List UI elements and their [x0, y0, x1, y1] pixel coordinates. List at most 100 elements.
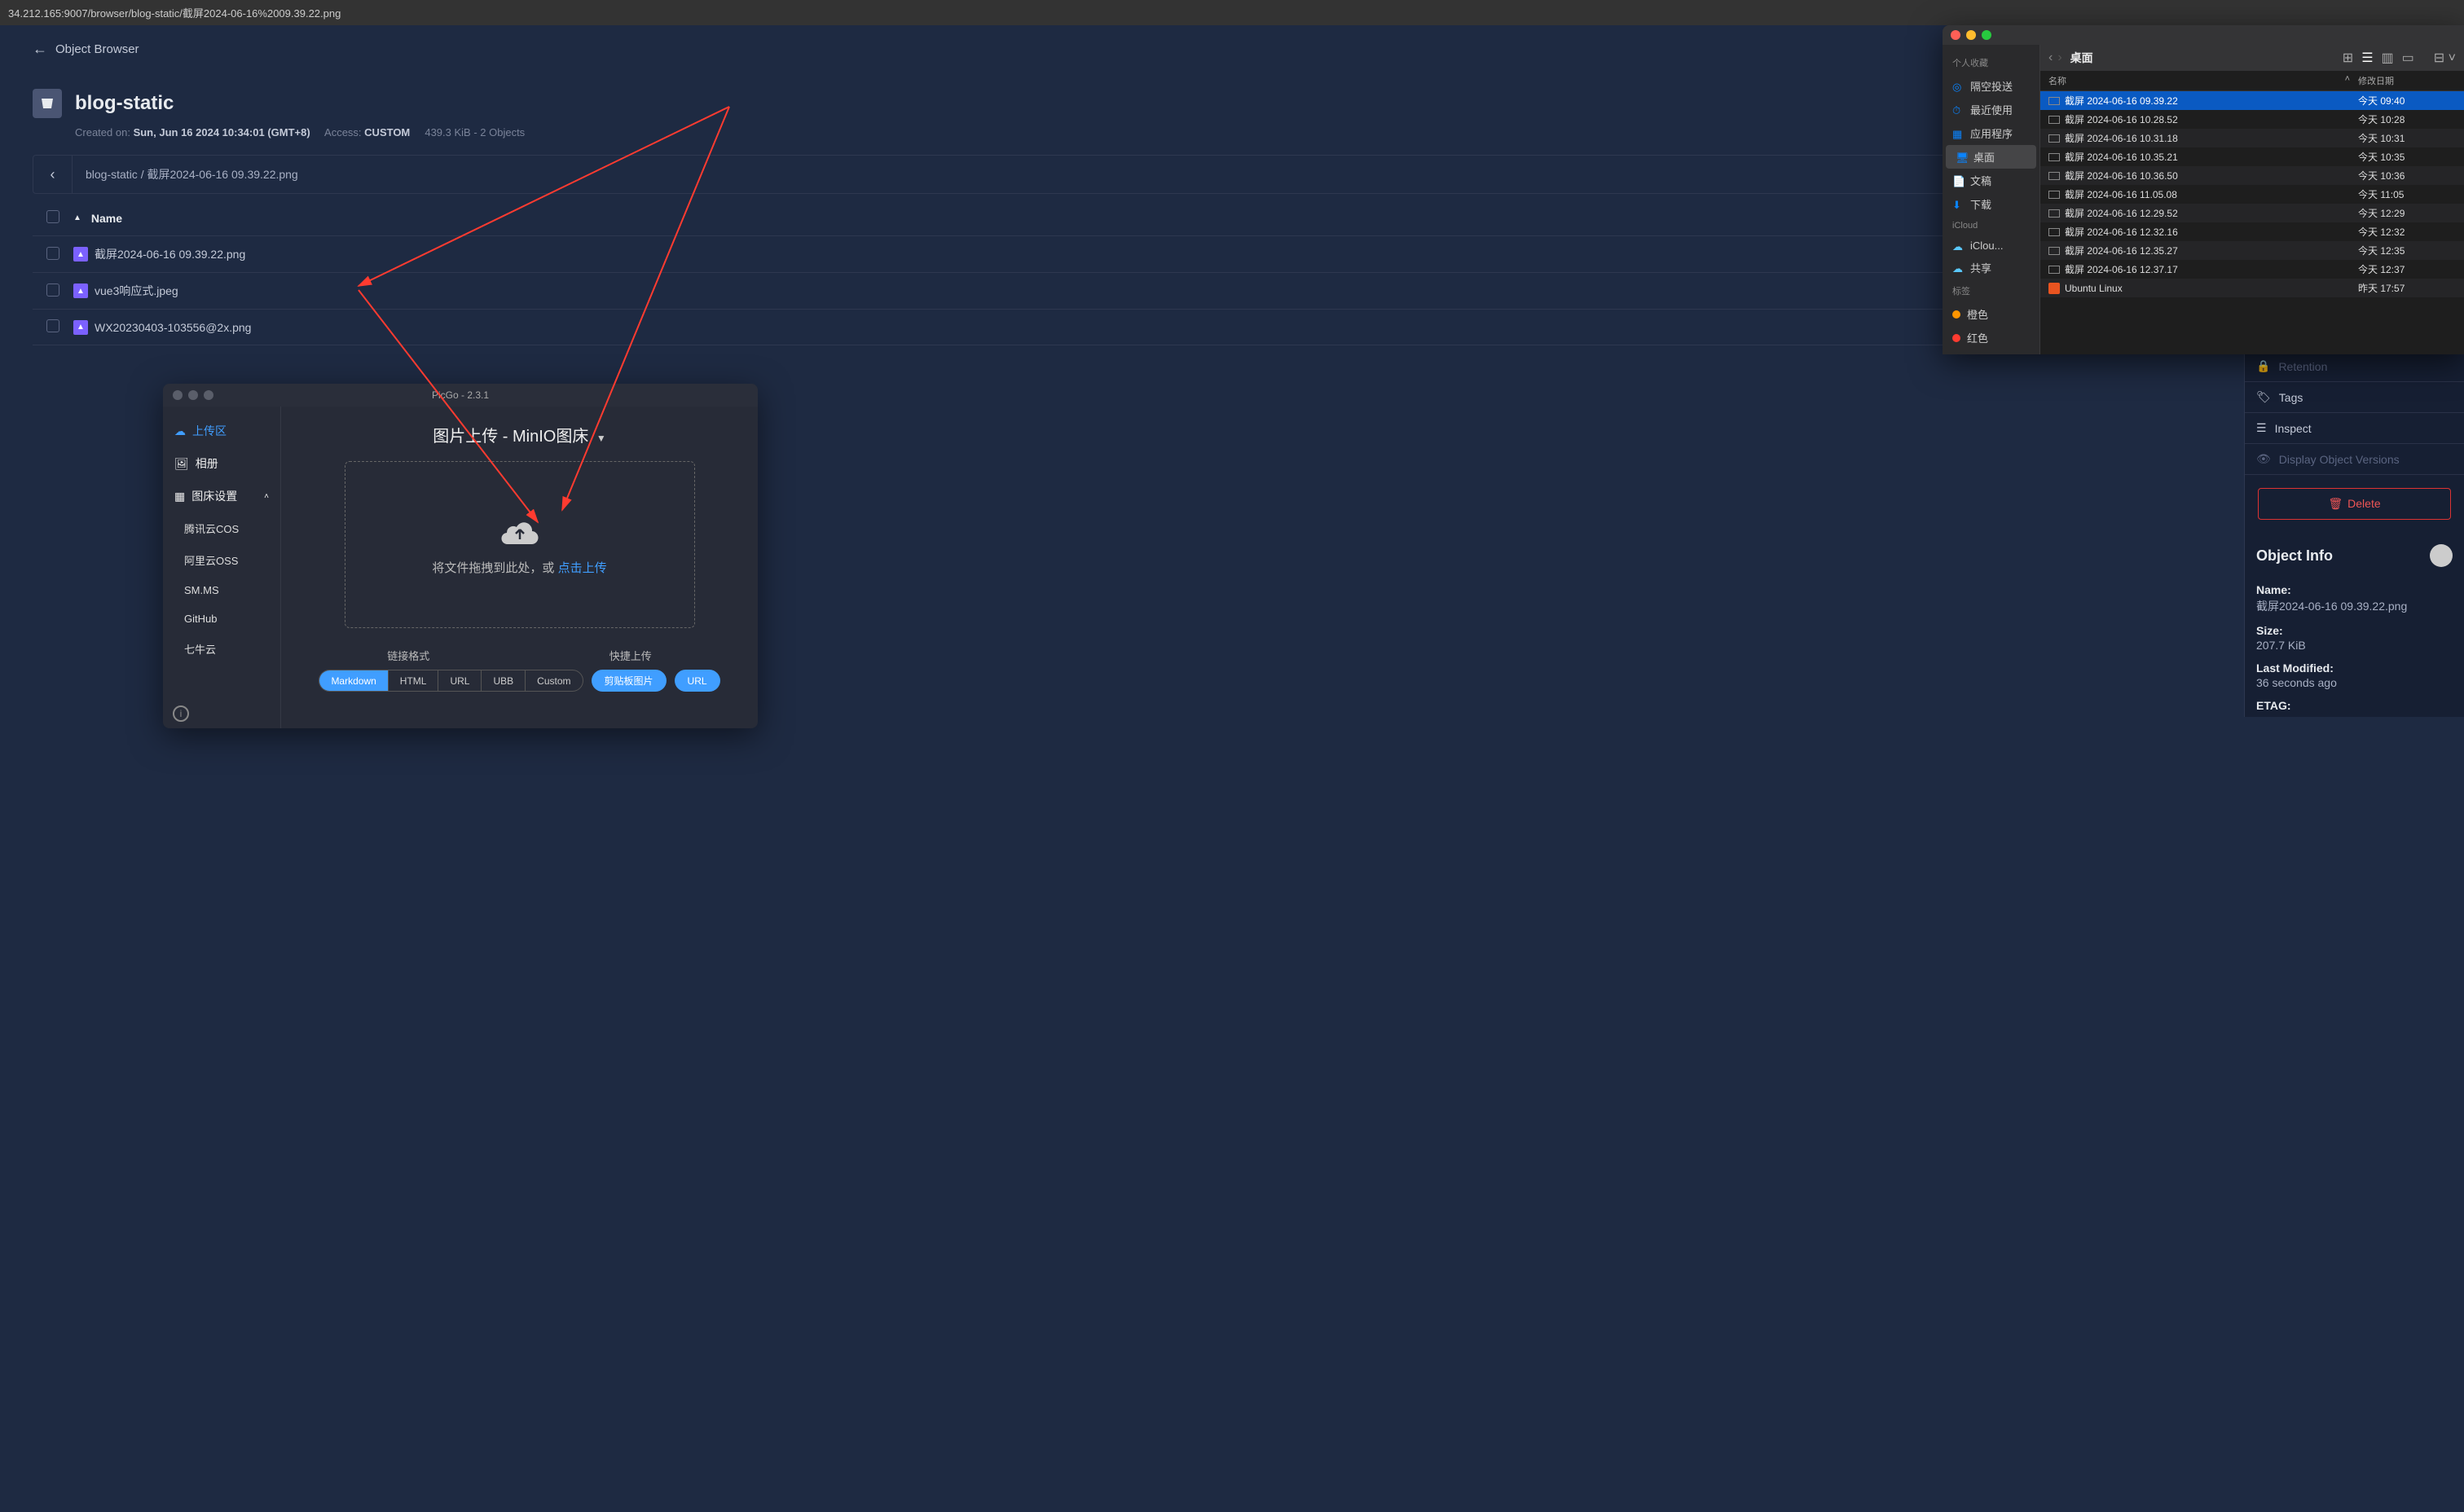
finder-file-row[interactable]: 截屏 2024-06-16 10.28.52今天 10:28 — [2040, 110, 2464, 129]
provider-item[interactable]: 阿里云OSS — [163, 544, 280, 576]
close-button[interactable] — [173, 390, 183, 400]
icloud-item[interactable]: ☁共享 — [1943, 256, 2039, 279]
finder-file-name: 截屏 2024-06-16 12.29.52 — [2065, 206, 2358, 220]
tag-item[interactable]: 红色 — [1943, 326, 2039, 349]
object-etag-field: ETAG: — [2245, 694, 2464, 717]
format-markdown-button[interactable]: Markdown — [319, 670, 388, 691]
finder-file-row[interactable]: 截屏 2024-06-16 10.36.50今天 10:36 — [2040, 166, 2464, 185]
back-to-browser-button[interactable]: ← Object Browser — [33, 41, 139, 58]
column-view-button[interactable]: ▥ — [2382, 50, 2394, 66]
finder-file-row[interactable]: 截屏 2024-06-16 10.31.18今天 10:31 — [2040, 129, 2464, 147]
row-checkbox[interactable] — [46, 247, 59, 260]
finder-col-date[interactable]: 修改日期 — [2358, 74, 2456, 87]
inspect-icon: ☰ — [2256, 421, 2267, 435]
provider-item[interactable]: SM.MS — [163, 576, 280, 604]
chevron-up-icon: ˄ — [264, 492, 269, 501]
finder-file-name: 截屏 2024-06-16 12.32.16 — [2065, 225, 2358, 239]
object-info-heading: Object Info — [2256, 547, 2333, 565]
group-button[interactable]: ⊟ ˅ — [2434, 50, 2456, 66]
finder-file-row[interactable]: 截屏 2024-06-16 09.39.22今天 09:40 — [2040, 91, 2464, 110]
finder-file-name: Ubuntu Linux — [2065, 283, 2358, 294]
back-label: Object Browser — [55, 42, 139, 56]
finder-file-name: 截屏 2024-06-16 09.39.22 — [2065, 94, 2358, 108]
sidebar-item-recent[interactable]: ⏱最近使用 — [1943, 98, 2039, 121]
shortcut-label: 快捷上传 — [609, 648, 652, 663]
format-url-button[interactable]: URL — [438, 670, 482, 691]
browser-url-bar[interactable]: 34.212.165:9007/browser/blog-static/截屏20… — [0, 0, 2464, 25]
image-file-icon — [2048, 228, 2060, 236]
column-name-header[interactable]: ▲Name — [73, 212, 2268, 225]
click-upload-link[interactable]: 点击上传 — [558, 561, 607, 575]
settings-nav[interactable]: ▦图床设置˄ — [163, 480, 280, 512]
format-custom-button[interactable]: Custom — [526, 670, 582, 691]
tag-dot-icon — [1952, 310, 1960, 319]
provider-item[interactable]: 七牛云 — [163, 633, 280, 665]
sidebar-item-apps[interactable]: ▦应用程序 — [1943, 121, 2039, 145]
finder-file-row[interactable]: 截屏 2024-06-16 12.37.17今天 12:37 — [2040, 260, 2464, 279]
finder-file-date: 今天 12:32 — [2358, 225, 2456, 239]
finder-file-row[interactable]: 截屏 2024-06-16 10.35.21今天 10:35 — [2040, 147, 2464, 166]
finder-file-row[interactable]: 截屏 2024-06-16 12.35.27今天 12:35 — [2040, 241, 2464, 260]
icon-view-button[interactable]: ⊞ — [2343, 50, 2353, 66]
object-details-panel: 🔒Retention 🏷Tags ☰Inspect 👁Display Objec… — [2244, 351, 2464, 717]
bucket-icon — [33, 89, 62, 118]
grid-icon: ▦ — [174, 490, 185, 503]
upload-heading[interactable]: 图片上传 - MinIO图床 ▼ — [433, 423, 606, 446]
delete-button[interactable]: 🗑Delete — [2258, 488, 2451, 520]
finder-file-row[interactable]: Ubuntu Linux昨天 17:57 — [2040, 279, 2464, 297]
row-checkbox[interactable] — [46, 284, 59, 297]
url-upload-button[interactable]: URL — [675, 670, 720, 692]
icloud-item[interactable]: ☁iClou... — [1943, 235, 2039, 256]
provider-item[interactable]: 腾讯云COS — [163, 512, 280, 544]
image-file-icon — [2048, 116, 2060, 124]
sidebar-item-airdrop[interactable]: ◎隔空投送 — [1943, 74, 2039, 98]
finder-file-row[interactable]: 截屏 2024-06-16 11.05.08今天 11:05 — [2040, 185, 2464, 204]
retention-item: 🔒Retention — [2245, 351, 2464, 382]
upload-dropzone[interactable]: 将文件拖拽到此处，或 点击上传 — [345, 461, 695, 628]
finder-file-name: 截屏 2024-06-16 10.28.52 — [2065, 112, 2358, 126]
finder-file-row[interactable]: 截屏 2024-06-16 12.29.52今天 12:29 — [2040, 204, 2464, 222]
finder-sidebar: 个人收藏 ◎隔空投送⏱最近使用▦应用程序🖥桌面📄文稿⬇下载 iCloud ☁iC… — [1943, 45, 2040, 354]
tag-dot-icon — [1952, 334, 1960, 342]
info-icon[interactable]: i — [173, 705, 189, 722]
gallery-view-button[interactable]: ▭ — [2402, 50, 2414, 66]
breadcrumb-back-button[interactable]: ‹ — [33, 155, 73, 194]
provider-item[interactable]: GitHub — [163, 604, 280, 633]
tag-item[interactable]: 橙色 — [1943, 302, 2039, 326]
finder-window: 个人收藏 ◎隔空投送⏱最近使用▦应用程序🖥桌面📄文稿⬇下载 iCloud ☁iC… — [1943, 25, 2464, 354]
finder-col-name[interactable]: 名称 ˄ — [2048, 74, 2358, 87]
file-icon: ▲ — [73, 320, 88, 335]
sidebar-item-downloads[interactable]: ⬇下载 — [1943, 192, 2039, 216]
clipboard-upload-button[interactable]: 剪贴板图片 — [592, 670, 667, 692]
minimize-button[interactable] — [188, 390, 198, 400]
inspect-item[interactable]: ☰Inspect — [2245, 413, 2464, 444]
maximize-button[interactable] — [204, 390, 213, 400]
upload-area-nav[interactable]: ☁上传区 — [163, 415, 280, 447]
tags-item[interactable]: 🏷Tags — [2245, 382, 2464, 413]
file-name: vue3响应式.jpeg — [95, 283, 178, 299]
downloads-icon: ⬇ — [1952, 199, 1964, 210]
finder-back-button[interactable]: ‹ — [2048, 51, 2053, 65]
finder-close-button[interactable] — [1951, 30, 1960, 40]
picgo-sidebar: ☁上传区 🖼相册 ▦图床设置˄ 腾讯云COS阿里云OSSSM.MSGitHub七… — [163, 407, 281, 728]
finder-file-row[interactable]: 截屏 2024-06-16 12.32.16今天 12:32 — [2040, 222, 2464, 241]
format-ubb-button[interactable]: UBB — [482, 670, 526, 691]
select-all-checkbox[interactable] — [46, 210, 59, 223]
sidebar-item-desktop[interactable]: 🖥桌面 — [1946, 145, 2036, 169]
finder-file-name: 截屏 2024-06-16 10.31.18 — [2065, 131, 2358, 145]
finder-file-date: 今天 10:36 — [2358, 169, 2456, 182]
album-nav[interactable]: 🖼相册 — [163, 447, 280, 480]
sidebar-item-docs[interactable]: 📄文稿 — [1943, 169, 2039, 192]
finder-file-date: 今天 09:40 — [2358, 94, 2456, 108]
finder-forward-button[interactable]: › — [2057, 51, 2061, 65]
finder-maximize-button[interactable] — [1982, 30, 1991, 40]
file-name: 截屏2024-06-16 09.39.22.png — [95, 246, 245, 262]
apps-icon: ▦ — [1952, 128, 1964, 139]
finder-minimize-button[interactable] — [1966, 30, 1976, 40]
format-html-button[interactable]: HTML — [389, 670, 439, 691]
finder-file-date: 昨天 17:57 — [2358, 281, 2456, 295]
list-view-button[interactable]: ☰ — [2361, 50, 2373, 66]
row-checkbox[interactable] — [46, 319, 59, 332]
tag-item[interactable]: 蓝色 — [1943, 349, 2039, 354]
finder-file-name: 截屏 2024-06-16 10.36.50 — [2065, 169, 2358, 182]
